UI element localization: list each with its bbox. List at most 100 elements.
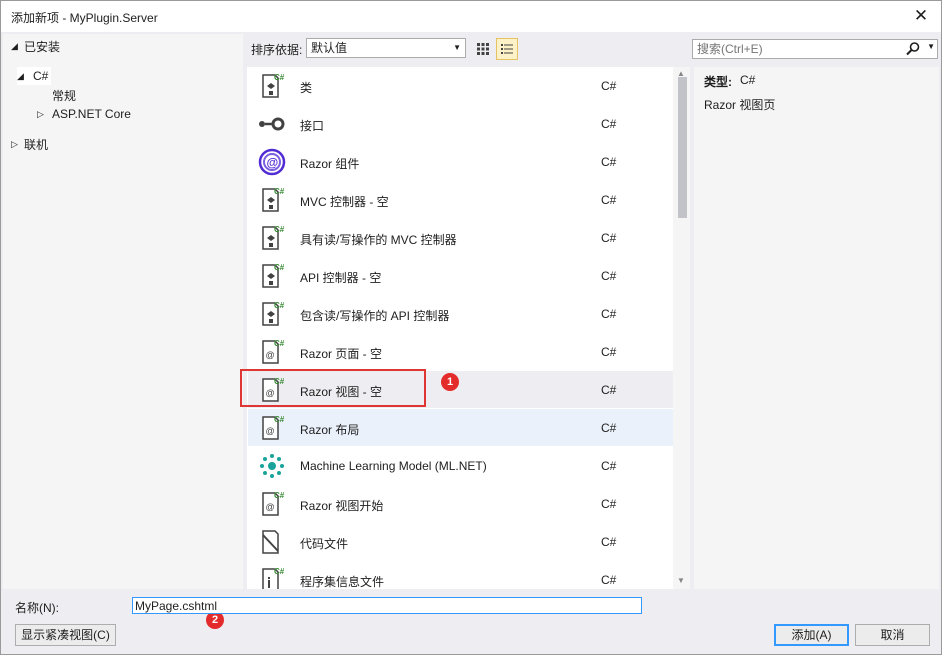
- add-new-item-dialog: 添加新项 - MyPlugin.Server ✕ ◢ 已安装 ◢ C# 常规 ▷…: [0, 0, 942, 655]
- tree-item-label: 联机: [24, 137, 49, 152]
- chevron-down-icon: ▼: [453, 43, 461, 52]
- item-language: C#: [601, 535, 617, 549]
- item-language: C#: [601, 79, 617, 93]
- close-icon[interactable]: ✕: [911, 5, 931, 27]
- blazor-icon: @: [258, 148, 286, 176]
- grid-view-button[interactable]: [472, 38, 494, 60]
- sort-value: 默认值: [311, 41, 348, 55]
- item-name: MVC 控制器 - 空: [300, 195, 389, 209]
- svg-text:@: @: [266, 350, 275, 360]
- tree-item-label: 常规: [52, 88, 77, 103]
- type-value: C#: [740, 73, 756, 87]
- svg-text:C#: C#: [274, 567, 285, 576]
- search-box[interactable]: ▼: [692, 39, 938, 59]
- tree-item-online[interactable]: ▷ 联机: [11, 135, 48, 153]
- sort-dropdown[interactable]: 默认值 ▼: [306, 38, 466, 58]
- collapse-arrow-icon[interactable]: ◢: [11, 41, 21, 52]
- tree-item-csharp[interactable]: ◢ C#: [17, 67, 51, 85]
- window-title: 添加新项 - MyPlugin.Server: [11, 11, 158, 25]
- svg-text:C#: C#: [274, 73, 285, 82]
- template-list: C# 类 C# 接口 C# @ Razor 组件 C# C# MVC 控制器 -…: [247, 67, 690, 589]
- item-language: C#: [601, 117, 617, 131]
- item-language: C#: [601, 231, 617, 245]
- item-name: Machine Learning Model (ML.NET): [300, 459, 487, 473]
- item-language: C#: [601, 383, 617, 397]
- svg-text:C#: C#: [274, 225, 285, 234]
- tree-item-general[interactable]: 常规: [52, 86, 76, 104]
- csharp-file-icon: C#: [262, 301, 285, 326]
- expand-arrow-icon[interactable]: ▷: [37, 109, 47, 120]
- search-options-icon[interactable]: ▼: [927, 42, 935, 51]
- item-language: C#: [601, 573, 617, 587]
- item-name: Razor 页面 - 空: [300, 347, 383, 361]
- scrollbar-thumb[interactable]: [678, 77, 687, 218]
- item-language: C#: [601, 459, 617, 473]
- ml-model-icon: [260, 454, 284, 478]
- list-item-mvc-controller-empty[interactable]: C# MVC 控制器 - 空 C#: [248, 181, 673, 218]
- svg-text:C#: C#: [274, 415, 285, 424]
- details-pane: 类型: C# Razor 视图页: [694, 67, 939, 589]
- list-item-class[interactable]: C# 类 C#: [248, 67, 673, 104]
- sort-label: 排序依据:: [251, 43, 303, 57]
- tree-item-label: ASP.NET Core: [52, 107, 131, 121]
- grid-icon: [477, 43, 489, 55]
- item-language: C#: [601, 307, 617, 321]
- list-item-api-controller-empty[interactable]: C# API 控制器 - 空 C#: [248, 257, 673, 294]
- search-input[interactable]: [693, 40, 898, 58]
- collapse-arrow-icon[interactable]: ◢: [17, 71, 27, 82]
- item-name: Razor 布局: [300, 423, 360, 437]
- name-field[interactable]: [132, 597, 642, 614]
- item-name: 包含读/写操作的 API 控制器: [300, 309, 450, 323]
- list-item-api-controller-rw[interactable]: C# 包含读/写操作的 API 控制器 C#: [248, 295, 673, 332]
- item-name: API 控制器 - 空: [300, 271, 382, 285]
- razor-file-icon: C# @: [262, 491, 285, 516]
- item-name: 具有读/写操作的 MVC 控制器: [300, 233, 457, 247]
- list-item-interface[interactable]: 接口 C#: [248, 105, 673, 142]
- item-language: C#: [601, 345, 617, 359]
- name-input[interactable]: [133, 598, 641, 613]
- cancel-button[interactable]: 取消: [855, 624, 930, 646]
- item-name: 接口: [300, 119, 325, 133]
- scroll-down-icon[interactable]: ▼: [677, 576, 685, 585]
- compact-view-button[interactable]: 显示紧凑视图(C): [15, 624, 116, 646]
- razor-file-icon: C# @: [262, 339, 285, 364]
- tree-item-aspnet-core[interactable]: ▷ ASP.NET Core: [37, 105, 131, 123]
- svg-text:C#: C#: [274, 491, 285, 500]
- list-item-ml-model[interactable]: Machine Learning Model (ML.NET) C#: [248, 447, 673, 484]
- expand-arrow-icon[interactable]: ▷: [11, 139, 21, 150]
- svg-text:C#: C#: [274, 187, 285, 196]
- list-item-assembly-info[interactable]: C# 程序集信息文件 C#: [248, 561, 673, 589]
- list-view-button[interactable]: [496, 38, 518, 60]
- csharp-file-icon: C#: [262, 263, 285, 288]
- item-description: Razor 视图页: [704, 98, 776, 112]
- csharp-file-icon: C#: [262, 225, 285, 250]
- item-language: C#: [601, 269, 617, 283]
- list-item-code-file[interactable]: 代码文件 C#: [248, 523, 673, 560]
- list-item-razor-layout[interactable]: C# @ Razor 布局 C#: [248, 409, 673, 446]
- svg-text:C#: C#: [274, 301, 285, 310]
- list-item-razor-page-empty[interactable]: C# @ Razor 页面 - 空 C#: [248, 333, 673, 370]
- add-button[interactable]: 添加(A): [774, 624, 849, 646]
- category-tree: ◢ 已安装 ◢ C# 常规 ▷ ASP.NET Core ▷ 联机: [3, 34, 243, 589]
- tree-item-installed[interactable]: ◢ 已安装: [11, 37, 60, 55]
- list-item-razor-component[interactable]: @ Razor 组件 C#: [248, 143, 673, 180]
- search-icon[interactable]: [905, 41, 921, 57]
- interface-icon: [259, 117, 285, 131]
- svg-text:@: @: [266, 502, 275, 512]
- svg-text:@: @: [266, 426, 275, 436]
- csharp-file-icon: C#: [262, 73, 285, 98]
- title-bar: 添加新项 - MyPlugin.Server ✕: [1, 1, 941, 32]
- type-label: 类型:: [704, 75, 732, 89]
- highlight-box: [240, 369, 426, 407]
- step-badge-1: 1: [441, 373, 459, 391]
- list-item-mvc-controller-rw[interactable]: C# 具有读/写操作的 MVC 控制器 C#: [248, 219, 673, 256]
- svg-text:C#: C#: [274, 263, 285, 272]
- item-name: 类: [300, 81, 313, 95]
- name-label: 名称(N):: [15, 601, 59, 615]
- item-name: Razor 视图开始: [300, 499, 384, 513]
- list-item-razor-view-start[interactable]: C# @ Razor 视图开始 C#: [248, 485, 673, 522]
- tree-item-label: C#: [33, 69, 49, 83]
- item-language: C#: [601, 193, 617, 207]
- assembly-info-icon: C#: [262, 567, 285, 589]
- razor-file-icon: C# @: [262, 415, 285, 440]
